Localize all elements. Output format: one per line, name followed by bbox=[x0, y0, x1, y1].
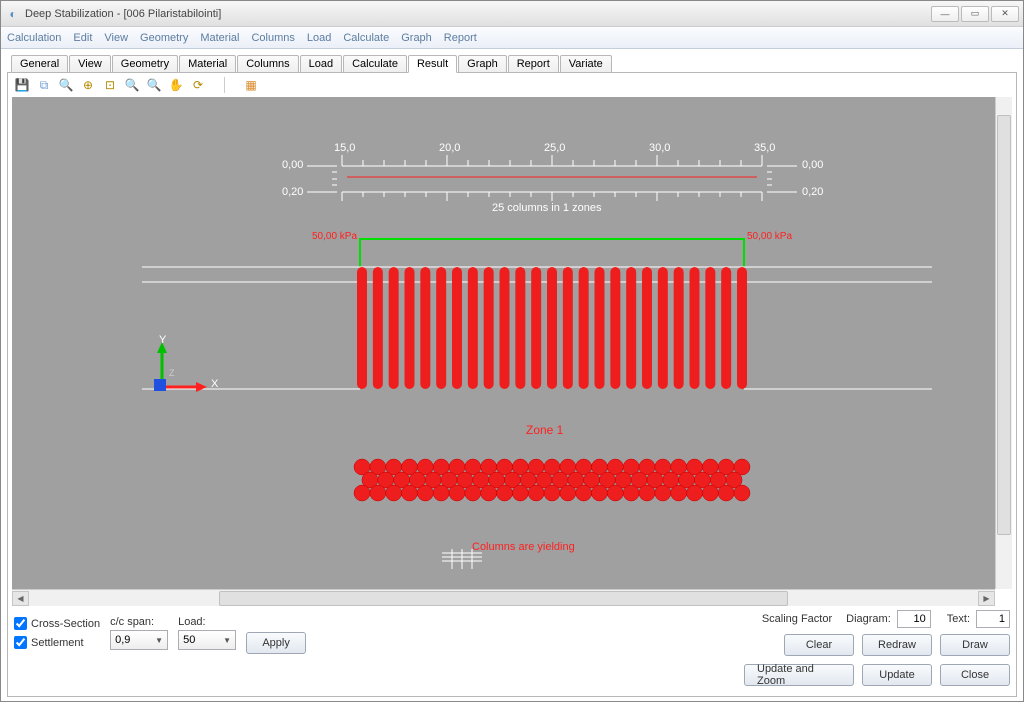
text-input[interactable]: 1 bbox=[976, 610, 1010, 628]
tab-columns[interactable]: Columns bbox=[237, 55, 298, 73]
tab-load[interactable]: Load bbox=[300, 55, 342, 73]
draw-button[interactable]: Draw bbox=[940, 634, 1010, 656]
menu-geometry[interactable]: Geometry bbox=[140, 32, 188, 44]
tab-report[interactable]: Report bbox=[508, 55, 559, 73]
menu-calculation[interactable]: Calculation bbox=[7, 32, 61, 44]
update-zoom-button[interactable]: Update and Zoom bbox=[744, 664, 854, 686]
dialog-buttons: Update and Zoom Update Close bbox=[12, 660, 1012, 692]
menu-report[interactable]: Report bbox=[444, 32, 477, 44]
tab-view[interactable]: View bbox=[69, 55, 111, 73]
ruler-left-bottom: 0,20 bbox=[282, 186, 303, 198]
load-left-label: 50,00 kPa bbox=[312, 231, 357, 242]
zoom-out-icon[interactable]: 🔍 bbox=[124, 77, 140, 93]
menu-calculate[interactable]: Calculate bbox=[343, 32, 389, 44]
tab-calculate[interactable]: Calculate bbox=[343, 55, 407, 73]
clear-button[interactable]: Clear bbox=[784, 634, 854, 656]
client-area: GeneralViewGeometryMaterialColumnsLoadCa… bbox=[1, 49, 1023, 701]
save-icon[interactable]: 💾 bbox=[14, 77, 30, 93]
menu-material[interactable]: Material bbox=[200, 32, 239, 44]
pan-icon[interactable]: ✋ bbox=[168, 77, 184, 93]
axis-x-label: X bbox=[211, 378, 218, 390]
horizontal-scrollbar[interactable]: ◀▶ bbox=[12, 589, 995, 606]
result-tab-panel: 💾 ⧉ 🔍 ⊕ ⊡ 🔍 🔍 ✋ ⟳ ▦ bbox=[7, 72, 1017, 697]
ruler-right-top: 0,00 bbox=[802, 159, 823, 171]
tab-geometry[interactable]: Geometry bbox=[112, 55, 178, 73]
menu-load[interactable]: Load bbox=[307, 32, 331, 44]
ruler-caption: 25 columns in 1 zones bbox=[492, 202, 601, 214]
coordinate-axes bbox=[154, 342, 207, 392]
toolbar: 💾 ⧉ 🔍 ⊕ ⊡ 🔍 🔍 ✋ ⟳ ▦ bbox=[12, 77, 1012, 97]
ruler-right-bottom: 0,20 bbox=[802, 186, 823, 198]
cc-span-select[interactable]: 0,9▼ bbox=[110, 630, 168, 650]
tab-material[interactable]: Material bbox=[179, 55, 236, 73]
titlebar: ◐ Deep Stabilization - [006 Pilaristabil… bbox=[1, 1, 1023, 27]
zoom-fit-icon[interactable]: ⊕ bbox=[80, 77, 96, 93]
menu-view[interactable]: View bbox=[104, 32, 128, 44]
result-viewport[interactable]: 15,0 20,0 25,0 15,0 20,0 25,0 30,0 35,0 … bbox=[12, 97, 995, 589]
ruler-tick-c: 25,0 bbox=[544, 142, 565, 154]
load-select[interactable]: 50▼ bbox=[178, 630, 236, 650]
cc-span-label: c/c span: bbox=[110, 616, 168, 628]
ruler-tick-e: 35,0 bbox=[754, 142, 775, 154]
columns-group bbox=[357, 267, 747, 389]
tabstrip: GeneralViewGeometryMaterialColumnsLoadCa… bbox=[11, 55, 1017, 73]
diagram-label: Diagram: bbox=[846, 613, 891, 625]
status-text: Columns are yielding bbox=[472, 541, 575, 553]
axis-y-label: Y bbox=[159, 334, 166, 346]
menu-edit[interactable]: Edit bbox=[73, 32, 92, 44]
application-window: ◐ Deep Stabilization - [006 Pilaristabil… bbox=[0, 0, 1024, 702]
ruler-tick-b: 20,0 bbox=[439, 142, 460, 154]
options-row: Cross-Section Settlement c/c span: 0,9▼ … bbox=[12, 606, 1012, 660]
tab-result[interactable]: Result bbox=[408, 55, 457, 73]
app-icon: ◐ bbox=[5, 6, 21, 22]
vertical-scrollbar[interactable] bbox=[995, 97, 1012, 589]
redraw-button[interactable]: Redraw bbox=[862, 634, 932, 656]
canvas-wrap: 15,0 20,0 25,0 15,0 20,0 25,0 30,0 35,0 … bbox=[12, 97, 1012, 589]
menu-graph[interactable]: Graph bbox=[401, 32, 432, 44]
axis-z-label: Z bbox=[169, 368, 175, 378]
menu-columns[interactable]: Columns bbox=[251, 32, 294, 44]
copy-icon[interactable]: ⧉ bbox=[36, 77, 52, 93]
menubar: Calculation Edit View Geometry Material … bbox=[1, 27, 1023, 49]
close-button[interactable]: Close bbox=[940, 664, 1010, 686]
update-button[interactable]: Update bbox=[862, 664, 932, 686]
zone-label: Zone 1 bbox=[526, 423, 563, 437]
load-right-label: 50,00 kPa bbox=[747, 231, 792, 242]
load-label: Load: bbox=[178, 616, 236, 628]
settings-icon[interactable]: ▦ bbox=[243, 77, 259, 93]
scaling-factor-label: Scaling Factor bbox=[762, 613, 832, 625]
top-ruler bbox=[307, 155, 797, 201]
minimize-button[interactable]: — bbox=[931, 6, 959, 22]
load-indicator bbox=[360, 239, 744, 267]
maximize-button[interactable]: ▭ bbox=[961, 6, 989, 22]
ruler-tick-d: 30,0 bbox=[649, 142, 670, 154]
zoom-window-icon[interactable]: ⊡ bbox=[102, 77, 118, 93]
tab-general[interactable]: General bbox=[11, 55, 68, 73]
zoom-reset-icon[interactable]: 🔍 bbox=[146, 77, 162, 93]
window-title: Deep Stabilization - [006 Pilaristabiloi… bbox=[25, 8, 931, 20]
diagram-input[interactable]: 10 bbox=[897, 610, 931, 628]
text-label: Text: bbox=[947, 613, 970, 625]
close-window-button[interactable]: ✕ bbox=[991, 6, 1019, 22]
tab-variate[interactable]: Variate bbox=[560, 55, 612, 73]
ruler-tick-a: 15,0 bbox=[334, 142, 355, 154]
plan-view bbox=[354, 459, 750, 501]
ruler-left-top: 0,00 bbox=[282, 159, 303, 171]
cross-section-checkbox[interactable]: Cross-Section bbox=[14, 617, 100, 630]
apply-button[interactable]: Apply bbox=[246, 632, 306, 654]
settlement-checkbox[interactable]: Settlement bbox=[14, 636, 100, 649]
redraw-icon[interactable]: ⟳ bbox=[190, 77, 206, 93]
tab-graph[interactable]: Graph bbox=[458, 55, 507, 73]
zoom-in-icon[interactable]: 🔍 bbox=[58, 77, 74, 93]
